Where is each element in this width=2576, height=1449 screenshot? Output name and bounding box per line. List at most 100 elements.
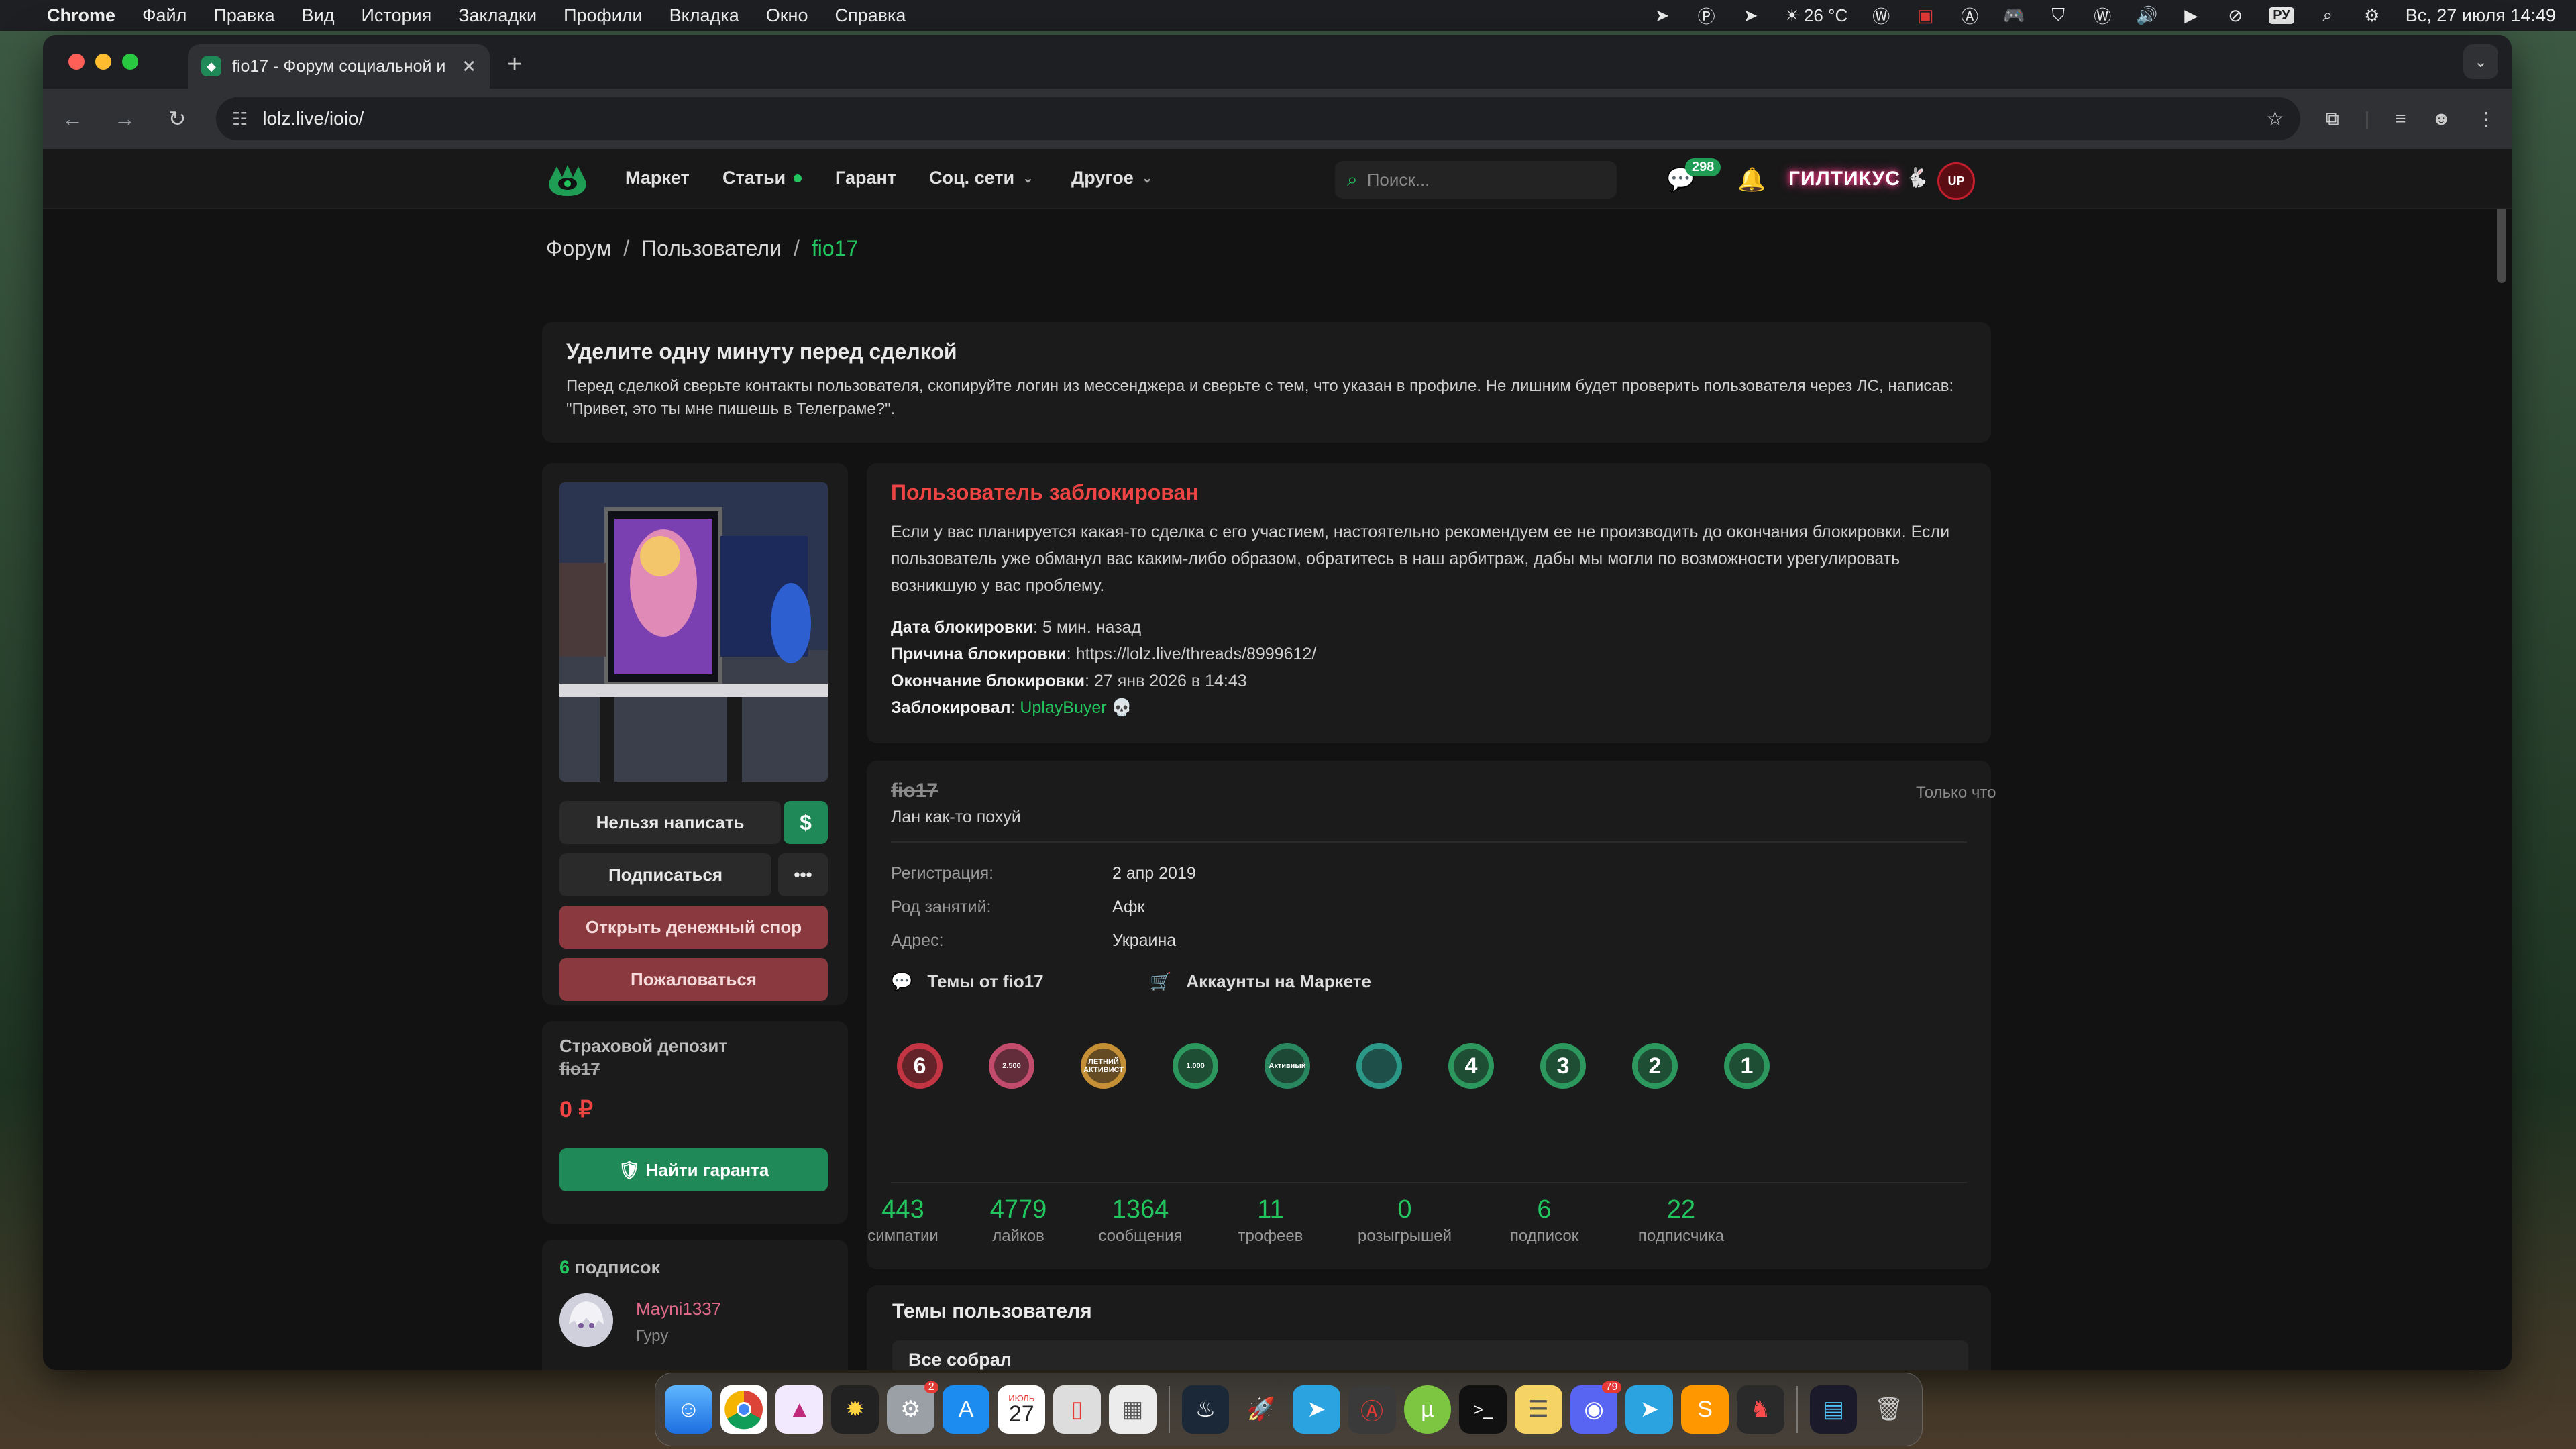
- menu-item-view[interactable]: Вид: [302, 5, 335, 26]
- extension-icon[interactable]: ☻: [2432, 108, 2451, 129]
- find-guarantor-button[interactable]: 🛡 Найти гаранта: [559, 1148, 828, 1191]
- subscribe-button[interactable]: Подписаться: [559, 853, 771, 896]
- close-tab-icon[interactable]: ✕: [462, 56, 476, 77]
- zoom-window-button[interactable]: [122, 54, 138, 70]
- sublime-text-icon[interactable]: S: [1681, 1385, 1729, 1434]
- stat-6[interactable]: 22 подписчика: [1614, 1195, 1748, 1246]
- stat-4[interactable]: 0 розыгрышей: [1338, 1195, 1472, 1246]
- nav-market-link[interactable]: Маркет: [625, 168, 690, 189]
- subscriptions-title[interactable]: 6 подписок: [559, 1257, 660, 1278]
- anarchy-app-icon[interactable]: Ⓐ: [1348, 1385, 1396, 1434]
- nova-app-icon[interactable]: ▲: [775, 1385, 824, 1434]
- url-text[interactable]: lolz.live/ioio/: [262, 108, 364, 129]
- trophy-2-years-icon[interactable]: 2: [1625, 1036, 1685, 1096]
- block-reason-link[interactable]: https://lolz.live/threads/8999612/: [1076, 645, 1317, 663]
- site-search-input[interactable]: ⌕ Поиск...: [1335, 161, 1617, 199]
- notes-icon[interactable]: ☰: [1514, 1385, 1562, 1434]
- breadcrumb-current[interactable]: fio17: [812, 236, 858, 261]
- menu-item-tab[interactable]: Вкладка: [669, 5, 739, 26]
- rocket-app-icon[interactable]: 🚀: [1237, 1385, 1285, 1434]
- menu-item-file[interactable]: Файл: [142, 5, 186, 26]
- tab-search-button[interactable]: ⌄: [2463, 44, 2498, 79]
- launchpad-icon[interactable]: ▦: [1108, 1385, 1157, 1434]
- wp-status-icon[interactable]: Ⓦ: [2092, 6, 2113, 27]
- keyboard-layout-badge[interactable]: РУ: [2269, 7, 2294, 24]
- wordpress-status-icon[interactable]: Ⓦ: [1870, 6, 1892, 27]
- report-button[interactable]: Пожаловаться: [559, 958, 828, 1001]
- trophy-1-year-icon[interactable]: 1: [1717, 1036, 1777, 1096]
- chrome-icon[interactable]: [720, 1385, 768, 1434]
- gamepad-status-icon[interactable]: 🎮: [2003, 5, 2025, 25]
- subscription-username[interactable]: Mayni1337: [636, 1299, 721, 1320]
- current-user-avatar[interactable]: UP: [1937, 162, 1975, 200]
- breadcrumb-forum[interactable]: Форум: [546, 236, 611, 261]
- utorrent-icon[interactable]: µ: [1403, 1385, 1452, 1434]
- deposit-username[interactable]: fio17: [559, 1059, 600, 1079]
- back-icon[interactable]: ←: [59, 107, 86, 131]
- trash-icon[interactable]: 🗑: [1865, 1385, 1913, 1434]
- trophy-summer-active-icon[interactable]: ЛЕТНИЙ АКТИВИСТ: [1073, 1036, 1134, 1096]
- app-store-icon[interactable]: A: [942, 1385, 990, 1434]
- system-settings-icon[interactable]: ⚙ 2: [886, 1381, 938, 1434]
- anarchy-status-icon[interactable]: Ⓐ: [1959, 6, 1980, 27]
- screenshot-folder-icon[interactable]: ▤: [1809, 1385, 1858, 1434]
- lolz-logo-icon[interactable]: [546, 162, 589, 199]
- nav-other-dropdown[interactable]: Другое ⌄: [1071, 168, 1153, 189]
- send-status-icon[interactable]: ➤: [1740, 5, 1762, 25]
- bookmark-star-icon[interactable]: ☆: [2266, 107, 2284, 131]
- blocked-by-user[interactable]: UplayBuyer: [1020, 698, 1106, 717]
- notifications-bell-icon[interactable]: 🔔: [1737, 166, 1766, 193]
- open-dispute-button[interactable]: Открыть денежный спор: [559, 906, 828, 949]
- trophy-4-years-icon[interactable]: 4: [1441, 1036, 1501, 1096]
- breadcrumb-users[interactable]: Пользователи: [641, 236, 782, 261]
- stat-0[interactable]: 443 симпатии: [836, 1195, 970, 1246]
- reload-icon[interactable]: ↻: [164, 106, 191, 131]
- stat-5[interactable]: 6 подписок: [1477, 1195, 1611, 1246]
- site-info-icon[interactable]: ☷: [232, 109, 248, 129]
- play-status-icon[interactable]: ▶: [2180, 5, 2202, 25]
- new-tab-button[interactable]: +: [507, 50, 522, 79]
- extensions-puzzle-icon[interactable]: ⧉: [2326, 108, 2339, 130]
- user-avatar-photo[interactable]: [559, 482, 828, 782]
- telegram-lite-icon[interactable]: ➤: [1625, 1385, 1674, 1434]
- subscription-user-avatar[interactable]: [559, 1293, 613, 1347]
- phone-mirror-icon[interactable]: ▯: [1053, 1385, 1101, 1434]
- close-window-button[interactable]: [68, 54, 85, 70]
- nav-social-dropdown[interactable]: Соц. сети ⌄: [929, 168, 1034, 189]
- shield-status-icon[interactable]: ⛉: [2047, 5, 2069, 25]
- nav-guarantor-link[interactable]: Гарант: [835, 168, 896, 189]
- forward-icon[interactable]: →: [111, 107, 138, 131]
- stat-3[interactable]: 11 трофеев: [1203, 1195, 1338, 1246]
- volume-icon[interactable]: 🔊: [2136, 5, 2157, 25]
- trophy-active-member-icon[interactable]: Активный: [1257, 1036, 1318, 1096]
- menu-item-profiles[interactable]: Профили: [564, 5, 643, 26]
- control-center-icon[interactable]: ⚙: [2361, 5, 2383, 25]
- weather-sun-icon[interactable]: ☀ 26 °C: [1784, 5, 1848, 25]
- menu-item-bookmarks[interactable]: Закладки: [458, 5, 537, 26]
- menu-item-help[interactable]: Справка: [835, 5, 906, 26]
- mute-status-icon[interactable]: ⊘: [2224, 5, 2246, 25]
- sparkle-app-icon[interactable]: ✹: [831, 1385, 879, 1434]
- menu-item-history[interactable]: История: [361, 5, 431, 26]
- minimize-window-button[interactable]: [95, 54, 111, 70]
- browser-tab-active[interactable]: ◆ fio17 - Форум социальной и ✕: [188, 44, 490, 89]
- menubar-datetime[interactable]: Вс, 27 июля 14:49: [2406, 5, 2556, 26]
- current-user-nick[interactable]: ГИЛТИКУС: [1788, 168, 1900, 191]
- cant-write-button[interactable]: Нельзя написать: [559, 801, 781, 844]
- chrome-menu-icon[interactable]: ⋮: [2477, 108, 2496, 130]
- trophy-3-years-icon[interactable]: 3: [1533, 1036, 1593, 1096]
- menu-item-window[interactable]: Окно: [766, 5, 808, 26]
- menu-item-edit[interactable]: Правка: [213, 5, 274, 26]
- discord-icon[interactable]: ◉ 79: [1570, 1381, 1622, 1434]
- circle-p-status-icon[interactable]: Ⓟ: [1696, 6, 1717, 27]
- steam-icon[interactable]: ♨: [1181, 1385, 1230, 1434]
- trophy-2500-likes-icon[interactable]: 2.500: [981, 1036, 1042, 1096]
- threads-tab-all[interactable]: Все собрал: [892, 1340, 1968, 1370]
- nav-articles-link[interactable]: Статьи: [722, 168, 802, 189]
- more-actions-button[interactable]: •••: [778, 853, 828, 896]
- telegram-icon[interactable]: ➤: [1293, 1385, 1340, 1434]
- market-accounts-link[interactable]: 🛒 Аккаунты на Маркете: [1150, 971, 1371, 992]
- finder-icon[interactable]: ☺: [665, 1385, 712, 1434]
- trophy-chat-icon[interactable]: [1349, 1036, 1409, 1096]
- telegram-status-icon[interactable]: ➤: [1652, 5, 1673, 25]
